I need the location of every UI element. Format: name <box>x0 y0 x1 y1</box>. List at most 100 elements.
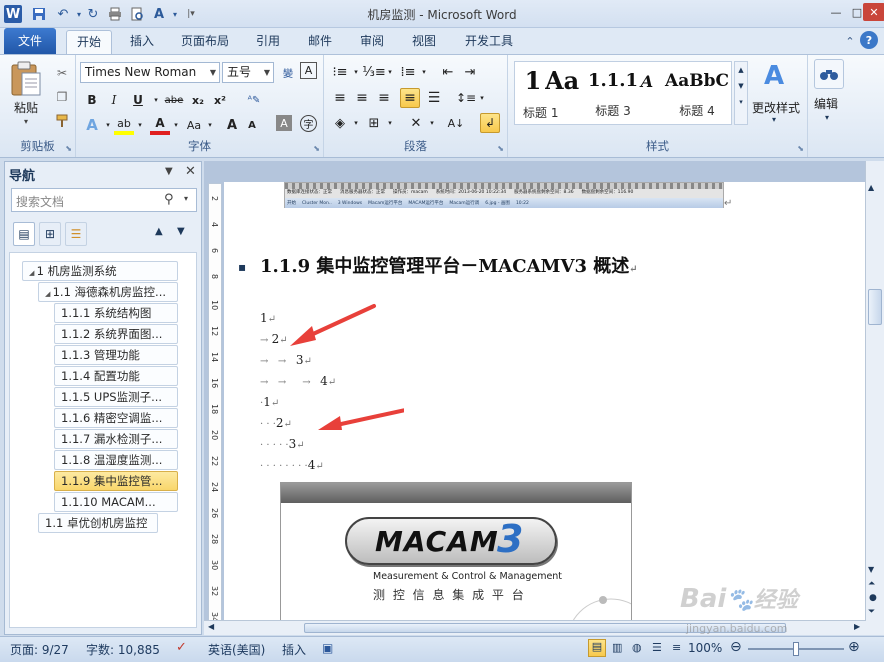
increase-indent-icon[interactable]: ⇥ <box>460 62 480 82</box>
phonetic-guide-icon[interactable]: 變 <box>278 62 298 82</box>
show-formatting-icon[interactable]: ↲ <box>480 113 500 133</box>
justify-icon[interactable]: ≡ <box>400 88 420 108</box>
previous-page-icon[interactable]: ⏶ <box>868 579 875 589</box>
align-center-icon[interactable]: ≡ <box>352 88 372 108</box>
nav-heading-item[interactable]: 1.1.5 UPS监测子... <box>54 387 178 407</box>
close-button[interactable]: ✕ <box>863 3 884 21</box>
line-spacing-dropdown-icon[interactable]: ▾ <box>472 88 492 108</box>
strikethrough-button[interactable]: abe <box>164 90 184 110</box>
nav-heading-item[interactable]: 1.1.8 温湿度监测... <box>54 450 178 470</box>
tab-page-layout[interactable]: 页面布局 <box>172 30 238 54</box>
distributed-icon[interactable]: ☰ <box>424 88 444 108</box>
borders-dropdown-icon[interactable]: ▾ <box>380 113 400 133</box>
style-heading4[interactable]: AaBbC 标题 4 <box>661 62 733 126</box>
align-right-icon[interactable]: ≡ <box>374 88 394 108</box>
nav-heading-item[interactable]: 1.1.9 集中监控管... <box>54 471 178 491</box>
language-status[interactable]: 英语(美国) <box>208 641 265 658</box>
outline-icon[interactable]: ☰ <box>652 641 662 654</box>
gallery-more-icon[interactable]: ▾ <box>735 98 747 106</box>
font-launcher-icon[interactable]: ⬊ <box>313 144 320 153</box>
change-styles-dropdown-icon[interactable]: ▾ <box>772 115 776 124</box>
subscript-button[interactable]: x₂ <box>188 90 208 110</box>
editing-dropdown-icon[interactable]: ▾ <box>825 113 829 122</box>
change-styles-icon[interactable]: A <box>754 61 794 95</box>
editing-button[interactable]: 编辑 <box>814 95 838 112</box>
scroll-right-icon[interactable]: ▶ <box>854 622 860 631</box>
shrink-font-button[interactable]: A <box>242 115 262 135</box>
nav-heading-item[interactable]: 1.1.7 漏水检测子... <box>54 429 178 449</box>
style-heading3[interactable]: 1.1.1 标题 3 <box>587 62 639 126</box>
binoculars-icon[interactable] <box>814 59 844 89</box>
superscript-button[interactable]: x² <box>210 90 230 110</box>
grow-font-button[interactable]: A <box>222 115 242 135</box>
zoom-in-icon[interactable]: ⊕ <box>848 639 860 655</box>
print-layout-icon[interactable]: ▤ <box>588 639 606 657</box>
tab-insert[interactable]: 插入 <box>120 30 164 54</box>
styles-launcher-icon[interactable]: ⬊ <box>797 144 804 153</box>
shading-dropdown-icon[interactable]: ▾ <box>346 113 366 133</box>
help-icon[interactable]: ? <box>860 31 878 49</box>
font-family-select[interactable]: Times New Roman ▼ <box>80 62 220 83</box>
full-screen-reading-icon[interactable]: ▥ <box>612 641 622 654</box>
chinese-layout-dropdown-icon[interactable]: ▾ <box>422 113 442 133</box>
vertical-scrollbar[interactable]: ▲ ▼ ⏶ ● ⏷ <box>865 161 884 635</box>
scroll-down-icon[interactable]: ▼ <box>868 565 874 574</box>
character-shading-icon[interactable]: A <box>276 115 292 131</box>
word-count[interactable]: 字数: 10,885 <box>86 641 160 658</box>
cut-icon[interactable]: ✂ <box>52 63 72 83</box>
paste-button[interactable]: 粘贴 <box>14 99 38 116</box>
paste-dropdown-icon[interactable]: ▾ <box>24 117 28 126</box>
clear-formatting-icon[interactable]: ᴬ✎ <box>244 90 264 110</box>
nav-close-icon[interactable]: ✕ <box>185 164 196 179</box>
zoom-out-icon[interactable]: ⊖ <box>730 639 742 655</box>
gallery-up-icon[interactable]: ▲ <box>735 66 747 74</box>
style-heading3b[interactable]: A <box>639 62 655 126</box>
expand-triangle-icon[interactable]: ◢ <box>29 269 37 277</box>
underline-dropdown-icon[interactable]: ▾ <box>146 90 166 110</box>
web-layout-icon[interactable]: ◍ <box>632 641 642 654</box>
italic-button[interactable]: I <box>104 90 124 110</box>
macro-record-icon[interactable]: ▣ <box>322 641 333 655</box>
character-border-icon[interactable]: A <box>300 62 317 79</box>
tab-review[interactable]: 审阅 <box>350 30 394 54</box>
tab-home[interactable]: 开始 <box>66 30 112 54</box>
font-color-dropdown-icon[interactable]: ▾ <box>166 115 186 135</box>
tab-developer[interactable]: 开发工具 <box>454 30 524 54</box>
enclose-characters-icon[interactable]: 字 <box>300 115 317 132</box>
tab-references[interactable]: 引用 <box>246 30 290 54</box>
browse-pages-icon[interactable]: ⊞ <box>39 222 61 246</box>
macam-logo-image[interactable]: MACAM 3 Measurement & Control & Manageme… <box>280 482 632 635</box>
nav-heading-item[interactable]: ◢ 1 机房监测系统 <box>22 261 178 281</box>
copy-icon[interactable]: ❐ <box>52 87 72 107</box>
align-left-icon[interactable]: ≡ <box>330 88 350 108</box>
decrease-indent-icon[interactable]: ⇤ <box>438 62 458 82</box>
format-painter-icon[interactable] <box>52 111 72 131</box>
next-page-icon[interactable]: ⏷ <box>868 607 875 617</box>
search-icon[interactable]: ⚲ <box>164 192 174 207</box>
select-browse-object-icon[interactable]: ● <box>869 593 877 603</box>
expand-triangle-icon[interactable]: ◢ <box>45 290 53 298</box>
nav-splitter[interactable] <box>197 252 201 628</box>
insert-mode-status[interactable]: 插入 <box>282 641 306 658</box>
browse-headings-icon[interactable]: ▤ <box>13 222 35 246</box>
nav-next-icon[interactable]: ▼ <box>177 226 185 237</box>
nav-heading-item[interactable]: 1.1.4 配置功能 <box>54 366 178 386</box>
nav-previous-icon[interactable]: ▲ <box>155 226 163 237</box>
underline-button[interactable]: U <box>128 90 148 110</box>
font-size-select[interactable]: 五号 ▼ <box>222 62 274 83</box>
minimize-button[interactable]: — <box>825 3 847 21</box>
change-styles-button[interactable]: 更改样式 <box>748 99 804 116</box>
zoom-level[interactable]: 100% <box>688 641 722 655</box>
paragraph-launcher-icon[interactable]: ⬊ <box>497 144 504 153</box>
sort-icon[interactable]: A↓ <box>446 113 466 133</box>
scroll-left-icon[interactable]: ◀ <box>208 622 214 631</box>
highlight-dropdown-icon[interactable]: ▾ <box>130 115 150 135</box>
nav-heading-item[interactable]: 1.1.10 MACAM... <box>54 492 178 512</box>
tab-file[interactable]: 文件 <box>4 28 56 54</box>
gallery-down-icon[interactable]: ▼ <box>735 82 747 90</box>
nav-heading-item[interactable]: 1.1.6 精密空调监... <box>54 408 178 428</box>
numbering-dropdown-icon[interactable]: ▾ <box>380 62 400 82</box>
nav-menu-icon[interactable]: ▼ <box>165 166 173 177</box>
search-dropdown-icon[interactable]: ▾ <box>184 194 188 203</box>
change-case-dropdown-icon[interactable]: ▾ <box>200 115 220 135</box>
